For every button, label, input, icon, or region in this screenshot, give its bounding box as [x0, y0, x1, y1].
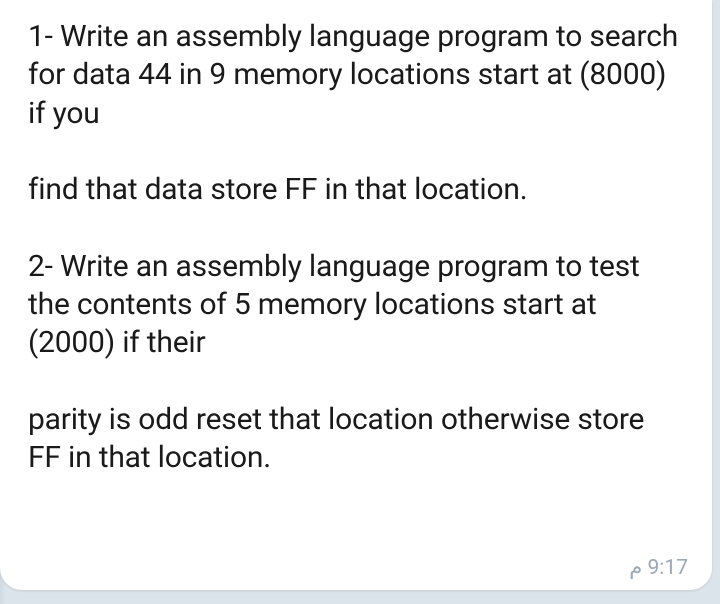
spacer: [28, 363, 684, 401]
question-2-part-a: 2- Write an assembly language program to…: [28, 248, 684, 363]
question-2-part-b: parity is odd reset that location otherw…: [28, 401, 684, 478]
spacer: [28, 210, 684, 248]
question-1-part-a: 1- Write an assembly language program to…: [28, 18, 684, 133]
message-bubble: 1- Write an assembly language program to…: [0, 0, 712, 590]
message-timestamp: 9:17 م: [629, 555, 688, 580]
spacer: [28, 133, 684, 171]
question-1-part-b: find that data store FF in that location…: [28, 171, 684, 209]
